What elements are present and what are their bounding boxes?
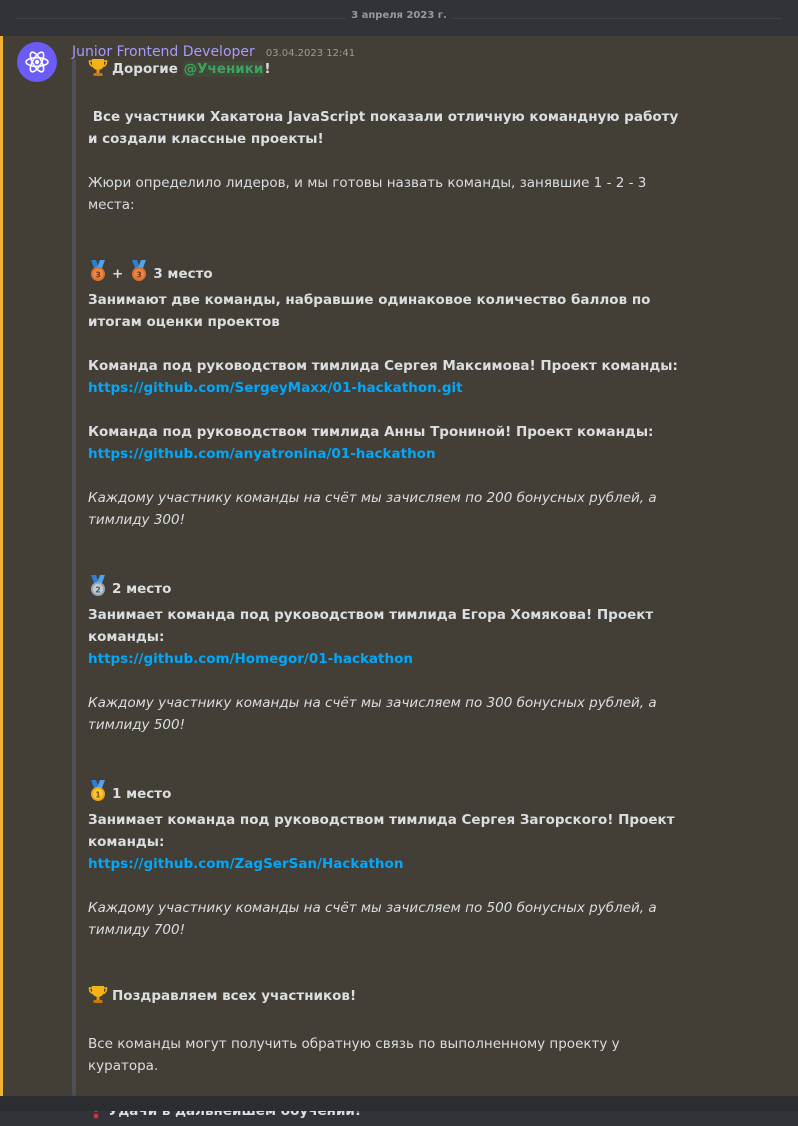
third-place-medal-icon: 3 [129,260,149,289]
message[interactable]: Junior Frontend Developer 03.04.2023 12:… [0,36,798,1119]
first-place-medal-icon: 1 [88,780,108,809]
second-place-medal-icon: 2 [88,575,108,604]
third-team1-text: Команда под руководством тимлида Сергея … [88,358,678,374]
congrats-text: Поздравляем всех участников! [112,988,357,1004]
second-place-label: 2 место [112,581,172,597]
date-divider: 3 апреля 2023 г. [0,0,798,36]
react-atom-icon [25,51,49,73]
second-bonus-text: Каждому участнику команды на счёт мы зач… [88,695,657,733]
trophy-icon [88,58,108,84]
greeting-suffix: ! [264,61,271,77]
second-team-text: Занимает команда под руководством тимлид… [88,607,654,645]
second-team-link[interactable]: https://github.com/Homegor/01-hackathon [88,651,413,667]
svg-text:2: 2 [95,586,101,595]
third-team2-text: Команда под руководством тимлида Анны Тр… [88,424,654,440]
first-team-text: Занимает команда под руководством тимлид… [88,812,675,850]
quote-bar [72,59,76,1096]
divider-line-left [16,18,346,19]
first-place-heading: 1 1 место [88,780,688,809]
message-content: Дорогие @Ученики! Все участники Хакатона… [88,58,688,1126]
trophy-icon [88,985,108,1011]
third-place-label: 3 место [153,266,213,282]
third-bonus-text: Каждому участнику команды на счёт мы зач… [88,490,657,528]
svg-text:3: 3 [95,271,101,280]
divider-line-right [452,18,782,19]
third-team1-link[interactable]: https://github.com/SergeyMaxx/01-hackath… [88,380,463,396]
third-place-desc: Занимают две команды, набравшие одинаков… [88,292,651,330]
greeting-prefix: Дорогие [112,61,183,77]
svg-text:1: 1 [95,791,101,800]
congrats-line: Поздравляем всех участников! [88,985,688,1011]
role-mention[interactable]: @Ученики [182,61,265,77]
third-place-medal-icon: 3 [88,260,108,289]
third-team2-link[interactable]: https://github.com/anyatronina/01-hackat… [88,446,436,462]
third-place-heading: 3 + 3 3 место [88,260,688,289]
second-place-heading: 2 2 место [88,575,688,604]
date-divider-label: 3 апреля 2023 г. [351,10,447,21]
bottom-bar [0,1096,798,1111]
first-bonus-text: Каждому участнику команды на счёт мы зач… [88,900,657,938]
greeting-line: Дорогие @Ученики! [88,58,688,84]
svg-text:3: 3 [137,271,143,280]
jury-text: Жюри определило лидеров, и мы готовы наз… [88,175,647,213]
plus-sign: + [112,266,124,282]
first-place-label: 1 место [112,786,172,802]
avatar[interactable] [17,42,57,82]
intro-text: Все участники Хакатона JavaScript показа… [88,109,683,147]
feedback-text: Все команды могут получить обратную связ… [88,1036,620,1074]
first-team-link[interactable]: https://github.com/ZagSerSan/Hackathon [88,856,403,872]
